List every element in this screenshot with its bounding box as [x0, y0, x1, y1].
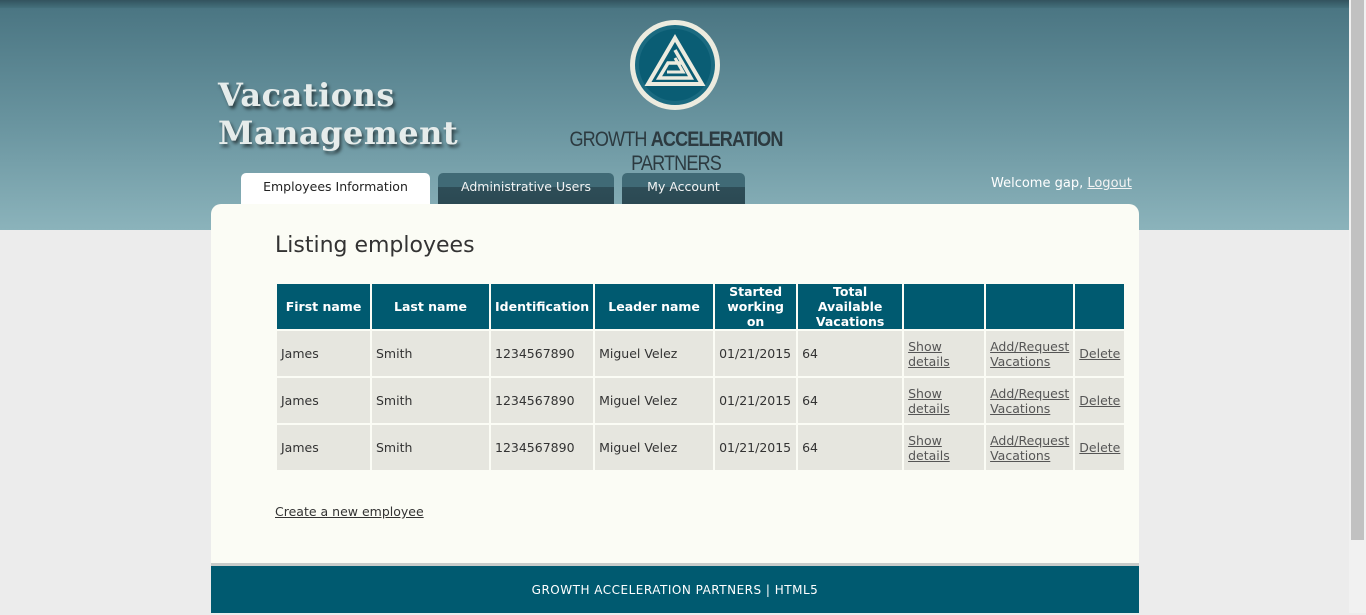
table-row: James Smith 1234567890 Miguel Velez 01/2… [277, 331, 1125, 376]
cell-leader-name: Miguel Velez [595, 425, 714, 470]
brand-name-part2: ACCELERATION [650, 128, 784, 151]
column-header-last-name: Last name [372, 284, 489, 329]
cell-vacations: 64 [798, 331, 903, 376]
create-new-employee-link[interactable]: Create a new employee [275, 504, 424, 519]
cell-started: 01/21/2015 [715, 378, 797, 423]
cell-last-name: Smith [372, 331, 489, 376]
column-header-add [986, 284, 1074, 329]
column-header-first-name: First name [277, 284, 370, 329]
delete-link[interactable]: Delete [1079, 346, 1120, 361]
cell-add: Add/Request Vacations [986, 378, 1074, 423]
show-details-link[interactable]: Show details [908, 339, 950, 369]
cell-started: 01/21/2015 [715, 331, 797, 376]
table-header-row: First name Last name Identification Lead… [277, 284, 1125, 329]
cell-leader-name: Miguel Velez [595, 331, 714, 376]
cell-first-name: James [277, 378, 370, 423]
cell-last-name: Smith [372, 378, 489, 423]
column-header-total-available-vacations: Total Available Vacations [798, 284, 903, 329]
cell-add: Add/Request Vacations [986, 331, 1074, 376]
cell-identification: 1234567890 [491, 378, 594, 423]
app-title: Vacations Management [218, 76, 458, 152]
app-title-line1: Vacations [218, 76, 395, 114]
cell-delete: Delete [1075, 331, 1125, 376]
logout-link[interactable]: Logout [1087, 176, 1132, 191]
show-details-link[interactable]: Show details [908, 386, 950, 416]
header-top-band [0, 0, 1349, 8]
show-details-link[interactable]: Show details [908, 433, 950, 463]
column-header-show [904, 284, 985, 329]
cell-identification: 1234567890 [491, 331, 594, 376]
cell-vacations: 64 [798, 378, 903, 423]
triangle-spiral-logo-icon [630, 20, 720, 110]
cell-first-name: James [277, 425, 370, 470]
cell-started: 01/21/2015 [715, 425, 797, 470]
brand-name-part3: PARTNERS [631, 152, 722, 175]
cell-add: Add/Request Vacations [986, 425, 1074, 470]
column-header-identification: Identification [491, 284, 594, 329]
delete-link[interactable]: Delete [1079, 440, 1120, 455]
employees-table: First name Last name Identification Lead… [275, 282, 1126, 472]
add-request-vacations-link[interactable]: Add/Request Vacations [990, 433, 1069, 463]
cell-show: Show details [904, 425, 985, 470]
app-title-line2: Management [218, 114, 459, 152]
delete-link[interactable]: Delete [1079, 393, 1120, 408]
cell-show: Show details [904, 331, 985, 376]
footer: GROWTH ACCELERATION PARTNERS | HTML5 [211, 566, 1139, 613]
welcome-text: Welcome gap, [991, 176, 1084, 191]
column-header-leader-name: Leader name [595, 284, 714, 329]
table-row: James Smith 1234567890 Miguel Velez 01/2… [277, 378, 1125, 423]
tab-my-account[interactable]: My Account [622, 173, 745, 204]
cell-delete: Delete [1075, 425, 1125, 470]
cell-show: Show details [904, 378, 985, 423]
scrollbar-thumb[interactable] [1351, 0, 1364, 540]
add-request-vacations-link[interactable]: Add/Request Vacations [990, 386, 1069, 416]
tab-administrative-users[interactable]: Administrative Users [438, 173, 614, 204]
column-header-started-working-on: Started working on [715, 284, 797, 329]
table-row: James Smith 1234567890 Miguel Velez 01/2… [277, 425, 1125, 470]
brand-name: GROWTH ACCELERATION PARTNERS [533, 128, 819, 176]
cell-delete: Delete [1075, 378, 1125, 423]
column-header-delete [1075, 284, 1125, 329]
cell-leader-name: Miguel Velez [595, 378, 714, 423]
cell-identification: 1234567890 [491, 425, 594, 470]
add-request-vacations-link[interactable]: Add/Request Vacations [990, 339, 1069, 369]
cell-vacations: 64 [798, 425, 903, 470]
welcome-message: Welcome gap, Logout [991, 176, 1132, 191]
cell-first-name: James [277, 331, 370, 376]
page-title: Listing employees [275, 233, 475, 258]
cell-last-name: Smith [372, 425, 489, 470]
brand-name-part1: GROWTH [569, 128, 651, 151]
tab-employees-information[interactable]: Employees Information [241, 173, 430, 204]
